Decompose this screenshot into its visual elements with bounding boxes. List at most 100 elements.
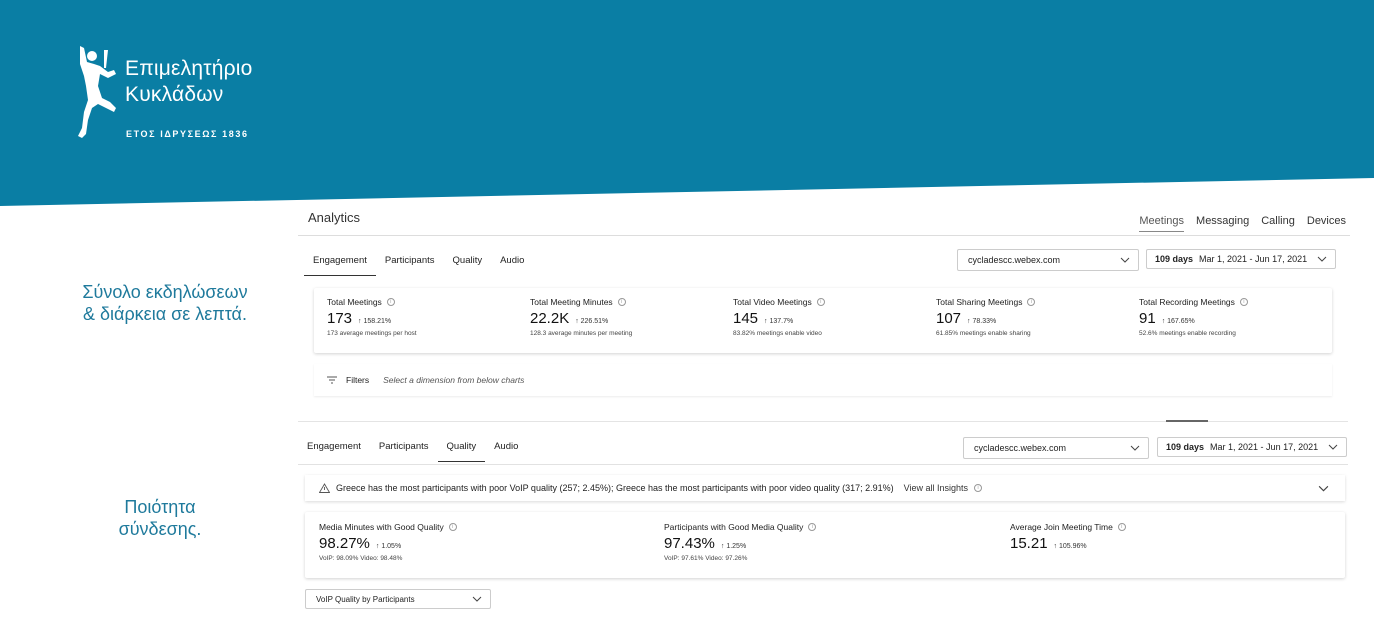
caption1-line2: & διάρκεια σε λεπτά.	[83, 304, 247, 324]
tab-meetings[interactable]: Meetings	[1139, 215, 1185, 232]
brand-title-line1: Επιμελητήριο	[125, 57, 253, 80]
site-select[interactable]: cycladescc.webex.com	[963, 437, 1149, 459]
divider	[298, 464, 1348, 465]
metric-value: 15.21	[1010, 535, 1048, 552]
filter-icon[interactable]	[326, 375, 338, 385]
metric-label: Total Video Meetings	[733, 297, 812, 307]
scroll-indicator	[1166, 420, 1208, 422]
metric-value: 107	[936, 310, 962, 327]
subtab-participants[interactable]: Participants	[376, 255, 444, 276]
subtab-audio[interactable]: Audio	[491, 255, 533, 276]
metric-note: 83.82% meetings enable video	[733, 330, 822, 337]
metric-note: 52.6% meetings enable recording	[1139, 330, 1236, 337]
metric-label: Average Join Meeting Time	[1010, 522, 1113, 532]
date-range-value: Mar 1, 2021 - Jun 17, 2021	[1199, 254, 1308, 264]
metric-value: 173	[327, 310, 353, 327]
metric-value: 98.27%	[319, 535, 370, 552]
site-select-value: cycladescc.webex.com	[974, 443, 1067, 453]
chevron-down-icon	[1120, 257, 1130, 263]
info-icon[interactable]: i	[808, 523, 817, 531]
subtabs: Engagement Participants Quality Audio	[304, 255, 533, 276]
info-icon[interactable]: i	[1027, 298, 1036, 306]
warning-icon	[319, 483, 330, 493]
caption1-line1: Σύνολο εκδηλώσεων	[82, 282, 248, 302]
metric-label: Total Meetings	[327, 297, 382, 307]
metric-label: Total Meeting Minutes	[530, 297, 613, 307]
metric-label: Total Recording Meetings	[1139, 297, 1235, 307]
metric-label: Participants with Good Media Quality	[664, 522, 804, 532]
top-nav: Meetings Messaging Calling Devices	[1139, 215, 1346, 232]
quality-subtabs: Engagement Participants Quality Audio	[298, 441, 527, 462]
chevron-down-icon[interactable]	[1318, 483, 1329, 494]
metric-total-recording-meetings: Total Recording Meetings i 91 ↑ 167.65% 52…	[1139, 297, 1248, 337]
subtab-engagement[interactable]: Engagement	[304, 255, 376, 276]
analytics-engagement-panel: Analytics Meetings Messaging Calling Dev…	[298, 206, 1350, 398]
insights-banner[interactable]: Greece has the most participants with po…	[305, 475, 1345, 501]
page-title: Analytics	[308, 210, 361, 225]
subtab-audio[interactable]: Audio	[485, 441, 527, 462]
date-days: 109 days	[1166, 442, 1205, 452]
subtab-quality[interactable]: Quality	[437, 441, 486, 462]
caption-connection-quality: Ποιότητα σύνδεσης.	[90, 496, 230, 540]
header-banner: Επιμελητήριο Κυκλάδων ΕΤΟΣ ΙΔΡΥΣΕΩΣ 1836	[0, 0, 1374, 210]
metric-total-sharing-meetings: Total Sharing Meetings i 107 ↑ 78.33% 61.8…	[936, 297, 1036, 337]
metric-note: 61.85% meetings enable sharing	[936, 330, 1031, 337]
info-icon[interactable]: i	[617, 298, 626, 306]
divider	[298, 235, 1350, 236]
metric-change: ↑ 226.51%	[575, 318, 609, 325]
caption2-line2: σύνδεσης.	[118, 519, 202, 539]
subtab-participants[interactable]: Participants	[370, 441, 438, 462]
date-range-select[interactable]: 109 days Mar 1, 2021 - Jun 17, 2021	[1146, 249, 1337, 269]
filters-label[interactable]: Filters	[346, 375, 369, 385]
view-all-insights-link[interactable]: View all Insights	[904, 483, 968, 493]
metric-change: ↑ 158.21%	[358, 318, 392, 325]
chevron-down-icon	[1317, 256, 1327, 262]
metric-change: ↑ 1.25%	[720, 543, 747, 550]
metric-media-minutes-good-quality: Media Minutes with Good Quality i 98.27% ↑…	[319, 522, 457, 562]
info-icon[interactable]: i	[1239, 298, 1248, 306]
date-range-select[interactable]: 109 days Mar 1, 2021 - Jun 17, 2021	[1157, 437, 1348, 457]
metric-total-video-meetings: Total Video Meetings i 145 ↑ 137.7% 83.82%…	[733, 297, 825, 337]
metric-note: VoIP: 98.09% Video: 98.48%	[319, 555, 403, 562]
chart-type-value: VoIP Quality by Participants	[316, 594, 415, 604]
chart-type-select[interactable]: VoIP Quality by Participants	[305, 589, 491, 609]
info-icon[interactable]: i	[448, 523, 457, 531]
insight-text: Greece has the most participants with po…	[336, 483, 894, 493]
site-select-value: cycladescc.webex.com	[968, 255, 1061, 265]
metric-value: 22.2K	[530, 310, 570, 327]
metric-change: ↑ 167.65%	[1161, 318, 1195, 325]
quality-metrics-card: Media Minutes with Good Quality i 98.27% ↑…	[305, 512, 1345, 578]
info-icon[interactable]: i	[816, 298, 825, 306]
caption-events-duration: Σύνολο εκδηλώσεων & διάρκεια σε λεπτά.	[60, 281, 270, 325]
brand-title-line2: Κυκλάδων	[125, 83, 224, 106]
date-days: 109 days	[1155, 254, 1194, 264]
metric-participants-good-media-quality: Participants with Good Media Quality i 97…	[664, 522, 817, 562]
metric-value: 145	[733, 310, 759, 327]
info-icon[interactable]: i	[974, 484, 983, 492]
site-select[interactable]: cycladescc.webex.com	[957, 249, 1139, 271]
metric-value: 97.43%	[664, 535, 715, 552]
metric-label: Media Minutes with Good Quality	[319, 522, 444, 532]
metric-note: 173 average meetings per host	[327, 330, 417, 337]
subtab-quality[interactable]: Quality	[444, 255, 492, 276]
metric-total-meetings: Total Meetings i 173 ↑ 158.21% 173 average…	[327, 297, 417, 337]
metric-note: 128.3 average minutes per meeting	[530, 330, 633, 337]
caption2-line1: Ποιότητα	[124, 497, 196, 517]
tab-calling[interactable]: Calling	[1261, 215, 1295, 232]
metric-average-join-meeting-time: Average Join Meeting Time i 15.21 ↑ 105.96…	[1010, 522, 1126, 552]
metric-note: VoIP: 97.61% Video: 97.26%	[664, 555, 748, 562]
filters-bar[interactable]: Filters Select a dimension from below ch…	[314, 364, 1332, 396]
date-range-value: Mar 1, 2021 - Jun 17, 2021	[1210, 442, 1319, 452]
metric-label: Total Sharing Meetings	[936, 297, 1023, 307]
subtab-engagement[interactable]: Engagement	[298, 441, 370, 462]
filters-hint: Select a dimension from below charts	[383, 375, 525, 385]
tab-devices[interactable]: Devices	[1307, 215, 1346, 232]
info-icon[interactable]: i	[386, 298, 395, 306]
metric-total-meeting-minutes: Total Meeting Minutes i 22.2K ↑ 226.51% 12…	[530, 297, 632, 337]
chevron-down-icon	[1328, 444, 1338, 450]
tab-messaging[interactable]: Messaging	[1196, 215, 1249, 232]
metric-value: 91	[1139, 310, 1156, 327]
info-icon[interactable]: i	[1117, 523, 1126, 531]
brand-title: Επιμελητήριο Κυκλάδων	[125, 56, 252, 108]
metric-change: ↑ 78.33%	[967, 318, 997, 325]
